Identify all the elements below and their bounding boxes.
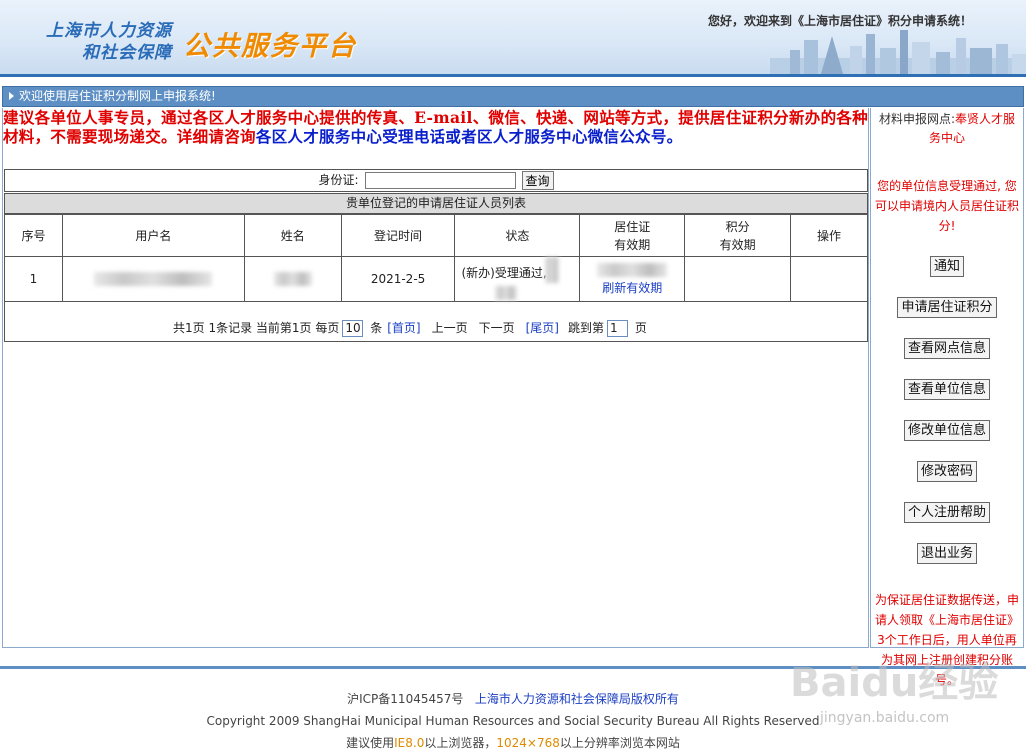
cell-residence-validity: 刷新有效期: [579, 256, 686, 302]
search-row: 身份证: 查询: [4, 169, 868, 192]
registration-help-button[interactable]: 个人注册帮助: [903, 502, 990, 523]
applicant-table: 序号 用户名 姓名 登记时间 状态 居住证 有效期 积分 有效期 操作 1 2021…: [4, 214, 868, 302]
cell-date: 2021-2-5: [340, 256, 456, 302]
cell-operation: [790, 256, 868, 302]
goto-page-input[interactable]: 1: [607, 320, 628, 337]
pagination-summary: 共1页 1条记录 当前第1页 每页: [173, 321, 340, 335]
pagination: 共1页 1条记录 当前第1页 每页 10 条 [首页] 上一页 下一页 [尾页] 跳到第 1 …: [173, 319, 650, 337]
logout-button[interactable]: 退出业务: [916, 543, 977, 564]
prev-page-link[interactable]: 上一页: [432, 321, 468, 335]
next-page-link[interactable]: 下一页: [479, 321, 515, 335]
view-site-info-button[interactable]: 查看网点信息: [903, 338, 990, 359]
notice-blue-text: 各区人才服务中心受理电话或者区人才服务中心微信公众号。: [255, 127, 683, 146]
header-residence-validity: 居住证 有效期: [579, 214, 686, 257]
cell-index: 1: [4, 256, 63, 302]
id-card-label: 身份证:: [318, 173, 359, 187]
list-caption: 贵单位登记的申请居住证人员列表: [4, 193, 868, 214]
material-site-info: 材料申报网点:奉贤人才服务中心: [871, 110, 1023, 148]
last-page-link[interactable]: [尾页]: [526, 321, 559, 335]
table-header-row: 序号 用户名 姓名 登记时间 状态 居住证 有效期 积分 有效期 操作: [4, 214, 868, 257]
arrow-right-icon: [9, 92, 14, 100]
sidebar: 材料申报网点:奉贤人才服务中心 您的单位信息受理通过, 您可以申请境内人员居住证…: [870, 108, 1024, 687]
per-page-input[interactable]: 10: [342, 320, 364, 337]
system-title-bar: 欢迎使用居住证积分制网上申报系统!: [2, 86, 1024, 107]
icp-number: 沪ICP备11045457号: [347, 692, 464, 706]
edit-unit-info-button[interactable]: 修改单位信息: [903, 420, 990, 441]
apply-points-button[interactable]: 申请居住证积分: [897, 297, 997, 318]
notice-text: 建议各单位人事专员，通过各区人才服务中心提供的传真、E-mail、微信、快递、网…: [3, 108, 868, 146]
system-title-text: 欢迎使用居住证积分制网上申报系统!: [19, 89, 216, 103]
material-site-label: 材料申报网点:: [878, 112, 956, 126]
welcome-message: 您好，欢迎来到《上海市居住证》积分申请系统！: [708, 14, 973, 28]
per-page-unit: 条: [370, 321, 383, 335]
pagination-box: 共1页 1条记录 当前第1页 每页 10 条 [首页] 上一页 下一页 [尾页] 跳到第 1 …: [4, 299, 868, 342]
org-logo-line2: 和社会保障: [82, 43, 172, 63]
footer-browser-tip: 建议使用IE8.0以上浏览器，1024×768以上分辨率浏览本网站: [346, 736, 680, 750]
baidu-watermark-logo: Baidu经验: [790, 660, 999, 706]
platform-title: 公共服务平台: [183, 31, 357, 62]
id-card-input[interactable]: [364, 172, 516, 189]
header-operation: 操作: [790, 214, 868, 257]
notice-button[interactable]: 通知: [929, 256, 964, 277]
city-skyline-image: [770, 30, 1026, 74]
header-username: 用户名: [61, 214, 245, 257]
goto-label: 跳到第: [567, 321, 604, 335]
header-points-validity: 积分 有效期: [684, 214, 792, 257]
header-register-time: 登记时间: [340, 214, 456, 257]
copyright-owner-link[interactable]: 上海市人力资源和社会保障局版权所有: [475, 692, 679, 706]
search-button[interactable]: 查询: [521, 171, 554, 190]
cell-username-redacted: [61, 256, 245, 302]
cell-status: (新办)受理通过,: [454, 256, 581, 302]
header-status: 状态: [454, 214, 581, 257]
header-index: 序号: [4, 214, 63, 257]
refresh-validity-link[interactable]: 刷新有效期: [602, 281, 662, 295]
sidebar-button-list: 通知 申请居住证积分 查看网点信息 查看单位信息 修改单位信息 修改密码 个人注…: [871, 236, 1023, 564]
header-name: 姓名: [243, 214, 342, 257]
main-content: 建议各单位人事专员，通过各区人才服务中心提供的传真、E-mail、微信、快递、网…: [2, 108, 869, 648]
cell-points-validity: [684, 256, 792, 302]
page-unit: 页: [634, 321, 647, 335]
cell-name-redacted: [243, 256, 342, 302]
unit-approved-message: 您的单位信息受理通过, 您可以申请境内人员居住证积分!: [874, 179, 1019, 233]
view-unit-info-button[interactable]: 查看单位信息: [903, 379, 990, 400]
first-page-link[interactable]: [首页]: [387, 321, 420, 335]
baidu-watermark-url: jingyan.baidu.com: [820, 710, 950, 726]
change-password-button[interactable]: 修改密码: [916, 461, 977, 482]
table-row: 1 2021-2-5 (新办)受理通过, 刷新有效期: [4, 256, 868, 302]
header-banner: 上海市人力资源 和社会保障 公共服务平台 您好，欢迎来到《上海市居住证》积分申请…: [0, 0, 1026, 77]
